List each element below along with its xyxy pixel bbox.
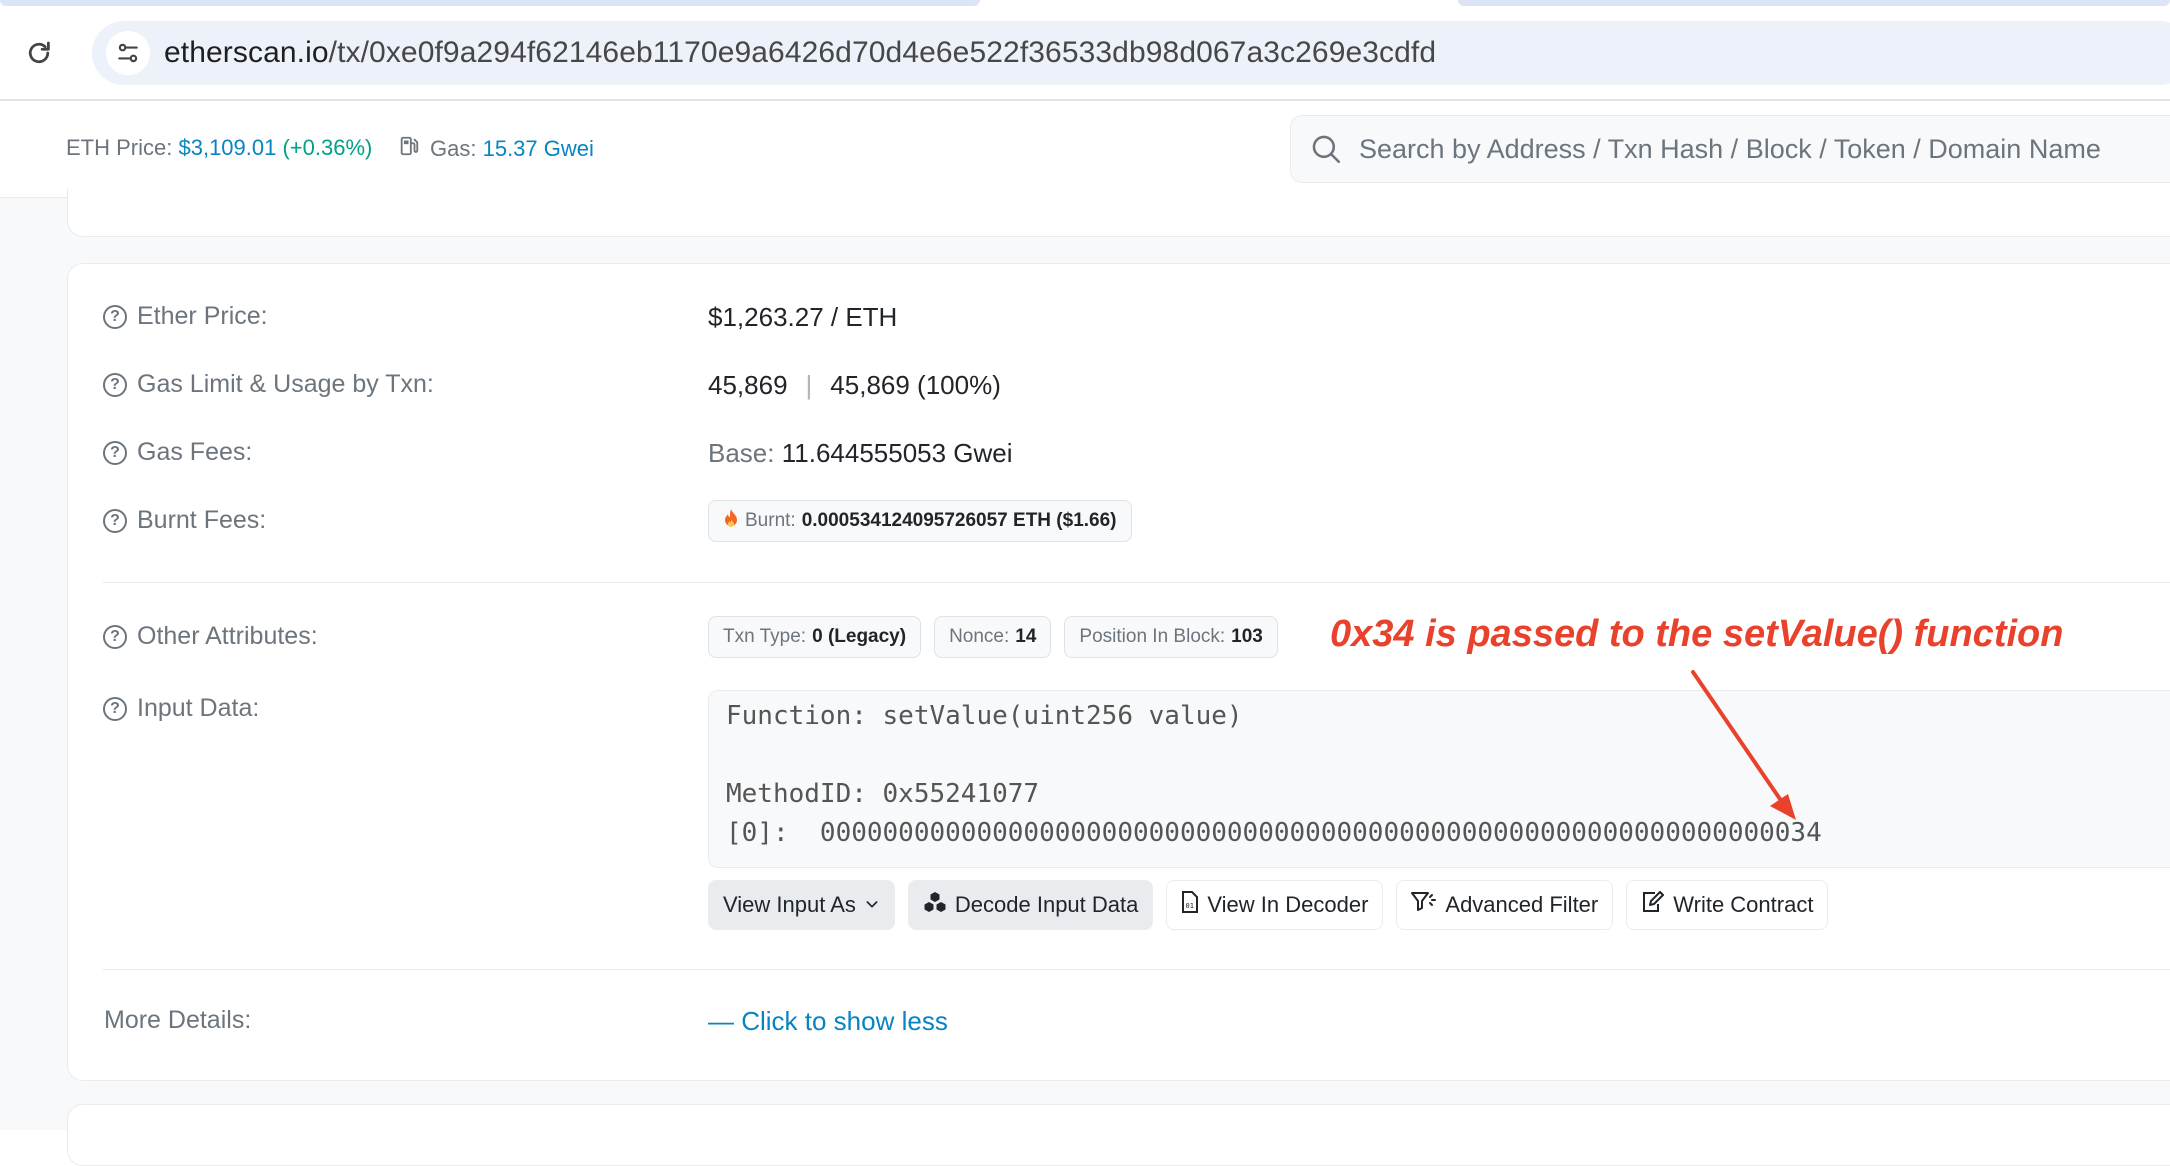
search-input[interactable] xyxy=(1357,128,2161,170)
write-contract-button[interactable]: Write Contract xyxy=(1626,880,1829,930)
reload-icon[interactable] xyxy=(22,36,56,70)
address-bar[interactable]: etherscan.io/tx/0xe0f9a294f62146eb1170e9… xyxy=(92,21,2170,85)
input-param-line: [0]: 00000000000000000000000000000000000… xyxy=(726,818,1822,848)
gas-limit-value: 45,869 | 45,869 (100%) xyxy=(708,370,1001,401)
nonce-badge: Nonce: 14 xyxy=(934,616,1052,658)
question-icon[interactable]: ? xyxy=(103,508,127,533)
more-details-value: — Click to show less xyxy=(708,1006,948,1037)
other-attributes-value: Txn Type: 0 (Legacy) Nonce: 14 Position In… xyxy=(708,616,1278,658)
gas-pump-icon xyxy=(398,135,420,163)
previous-card xyxy=(67,188,2170,237)
tab[interactable] xyxy=(0,0,980,6)
other-attributes-label: ? Other Attributes: xyxy=(103,622,318,651)
url-host: etherscan.io xyxy=(164,36,329,69)
browser-toolbar: etherscan.io/tx/0xe0f9a294f62146eb1170e9… xyxy=(0,0,2170,101)
view-in-decoder-button[interactable]: 01 View In Decoder xyxy=(1166,880,1384,930)
eth-price-value[interactable]: $3,109.01 xyxy=(178,135,276,160)
gas-limit-label: ? Gas Limit & Usage by Txn: xyxy=(103,370,434,399)
ether-price-value: $1,263.27 / ETH xyxy=(708,302,898,332)
page-body: ? Ether Price: $1,263.27 / ETH ? Gas Lim… xyxy=(0,188,2170,1166)
decode-input-data-button[interactable]: Decode Input Data xyxy=(907,880,1154,930)
question-icon[interactable]: ? xyxy=(103,304,127,329)
next-card xyxy=(67,1104,2170,1166)
question-icon[interactable]: ? xyxy=(103,624,127,649)
burnt-badge-label: Burnt: xyxy=(745,510,796,531)
eth-price: ETH Price: $3,109.01 (+0.36%) xyxy=(66,135,372,161)
divider xyxy=(103,582,2170,583)
site-header: ETH Price: $3,109.01 (+0.36%) Gas: 15.37… xyxy=(0,101,2170,198)
url-text[interactable]: etherscan.io/tx/0xe0f9a294f62146eb1170e9… xyxy=(164,36,1436,70)
question-icon[interactable]: ? xyxy=(103,440,127,465)
site-info-icon[interactable] xyxy=(106,31,150,75)
svg-text:01: 01 xyxy=(1186,902,1194,910)
input-function-line: Function: setValue(uint256 value) xyxy=(726,701,1243,731)
tab[interactable] xyxy=(1458,0,2170,6)
txn-type-badge: Txn Type: 0 (Legacy) xyxy=(708,616,922,658)
transaction-details-card: ? Ether Price: $1,263.27 / ETH ? Gas Lim… xyxy=(67,263,2170,1081)
gas-label: Gas: xyxy=(430,136,477,161)
decoder-icon: 01 xyxy=(1181,891,1199,919)
edit-icon xyxy=(1641,891,1665,919)
divider xyxy=(103,969,2170,970)
question-icon[interactable]: ? xyxy=(103,372,127,397)
gas-fees-value: Base: 11.644555053 Gwei xyxy=(708,438,1013,469)
input-data-box[interactable]: Function: setValue(uint256 value) Method… xyxy=(708,690,2170,868)
eth-price-label: ETH Price: xyxy=(66,135,173,160)
burnt-fees-label: ? Burnt Fees: xyxy=(103,506,266,535)
filter-icon xyxy=(1411,891,1437,919)
chevron-down-icon xyxy=(864,892,880,918)
cubes-icon xyxy=(923,891,947,919)
burnt-fees-badge: Burnt: 0.000534124095726057 ETH ($1.66) xyxy=(708,500,1132,542)
burnt-badge-value: 0.000534124095726057 ETH ($1.66) xyxy=(801,510,1117,531)
position-in-block-badge: Position In Block: 103 xyxy=(1064,616,1278,658)
question-icon[interactable]: ? xyxy=(103,696,127,721)
search-box[interactable] xyxy=(1290,115,2170,183)
more-details-label: More Details: xyxy=(104,1006,252,1034)
search-icon xyxy=(1309,132,1343,171)
url-path: /tx/0xe0f9a294f62146eb1170e9a6426d70d4e6… xyxy=(328,36,1437,69)
base-fee-value: 11.644555053 Gwei xyxy=(781,438,1013,468)
gas-fees-label: ? Gas Fees: xyxy=(103,438,252,467)
gas-usage: 45,869 (100%) xyxy=(830,370,1001,400)
burnt-fees-value: Burnt: 0.000534124095726057 ETH ($1.66) xyxy=(708,500,1132,542)
tab-strip xyxy=(0,0,2170,6)
value-separator: | xyxy=(805,370,813,400)
eth-price-change: (+0.36%) xyxy=(282,135,373,160)
gas-tracker: Gas: 15.37 Gwei xyxy=(398,135,594,163)
view-input-as-button[interactable]: View Input As xyxy=(708,880,895,930)
base-fee-label: Base: xyxy=(708,438,775,468)
input-data-actions: View Input As Decode Input Data 01 View … xyxy=(708,880,1829,930)
fire-icon xyxy=(723,508,739,534)
ether-price-label: ? Ether Price: xyxy=(103,302,268,331)
advanced-filter-button[interactable]: Advanced Filter xyxy=(1396,880,1614,930)
gas-value[interactable]: 15.37 Gwei xyxy=(483,136,594,161)
annotation-text: 0x34 is passed to the setValue() functio… xyxy=(1330,613,2064,655)
input-methodid-line: MethodID: 0x55241077 xyxy=(726,779,1040,809)
gas-limit: 45,869 xyxy=(708,370,788,400)
input-data-label: ? Input Data: xyxy=(103,694,259,723)
show-less-link[interactable]: — Click to show less xyxy=(708,1006,948,1036)
